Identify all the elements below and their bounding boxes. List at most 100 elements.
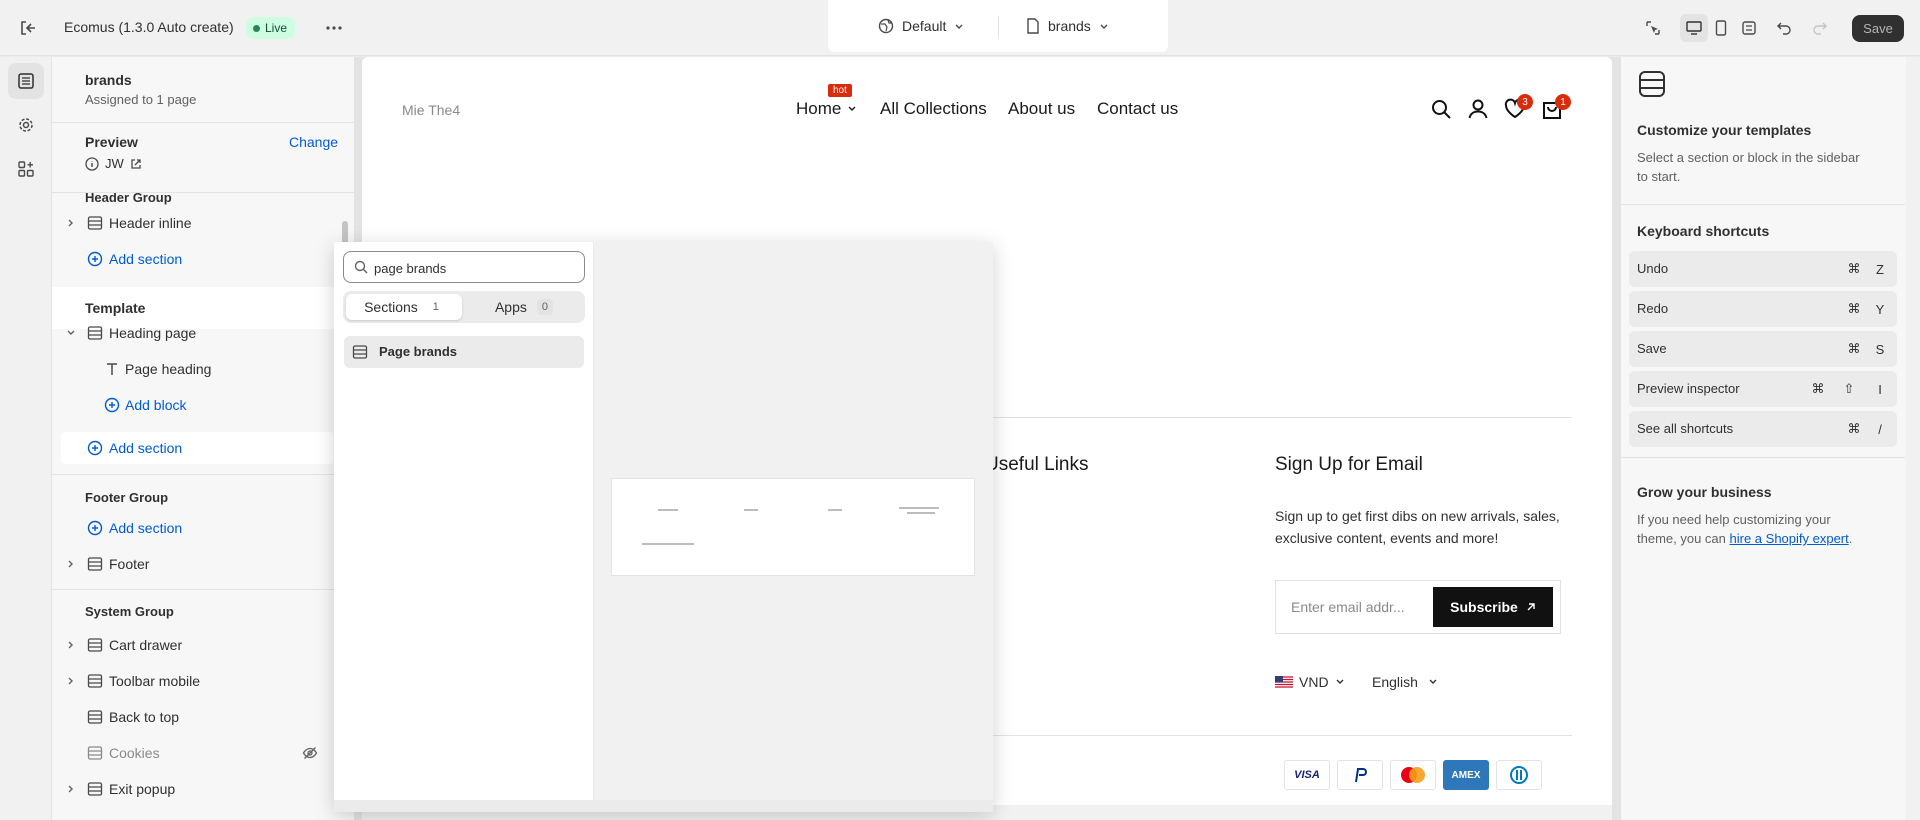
inspector-toggle-button[interactable] <box>1642 17 1664 39</box>
store-logo[interactable]: Mie The4 <box>402 102 460 118</box>
search-icon[interactable] <box>1429 97 1453 121</box>
save-button[interactable]: Save <box>1852 15 1904 42</box>
kbd-key: / <box>1878 421 1882 437</box>
mobile-view-button[interactable] <box>1710 17 1732 39</box>
search-icon <box>354 260 368 274</box>
nav-home[interactable]: Home <box>796 99 857 119</box>
section-search-input[interactable] <box>374 258 574 278</box>
useful-links-heading: Useful Links <box>985 454 1089 475</box>
section-exit-popup[interactable]: Exit popup <box>52 773 354 805</box>
undo-button[interactable] <box>1773 17 1795 39</box>
plus-circle-icon <box>104 397 120 413</box>
nav-all-collections[interactable]: All Collections <box>880 99 987 119</box>
page-icon <box>1027 18 1039 34</box>
section-cookies[interactable]: Cookies <box>52 737 354 769</box>
section-search-field[interactable] <box>343 251 585 283</box>
section-footer[interactable]: Footer <box>52 548 354 580</box>
paypal-icon <box>1337 760 1383 790</box>
wishlist-count-badge: 3 <box>1517 94 1533 110</box>
picker-tabs: Sections 1 Apps 0 <box>343 291 585 323</box>
add-block-label: Add block <box>125 397 187 413</box>
section-icon <box>87 782 103 796</box>
currency-selector[interactable]: VND <box>1275 674 1345 690</box>
theme-selector-label: Default <box>902 18 947 34</box>
fullscreen-view-button[interactable] <box>1738 17 1760 39</box>
add-block-button[interactable]: Add block <box>52 389 354 421</box>
plus-circle-icon <box>87 520 103 536</box>
tab-sections[interactable]: Sections 1 <box>346 294 462 320</box>
sections-tab[interactable] <box>8 63 44 99</box>
subscribe-button[interactable]: Subscribe <box>1433 587 1553 627</box>
redo-icon <box>1813 22 1827 35</box>
nav-contact-us[interactable]: Contact us <box>1097 99 1178 119</box>
section-heading-page[interactable]: Heading page <box>52 317 354 349</box>
page-selector[interactable]: brands <box>1026 18 1109 34</box>
tab-sections-count: 1 <box>432 301 439 313</box>
change-preview-link[interactable]: Change <box>289 134 338 150</box>
add-section-footer-group[interactable]: Add section <box>52 512 354 544</box>
grow-text-end: . <box>1848 531 1853 546</box>
shortcut-label: Preview inspector <box>1637 381 1740 396</box>
top-bar: Ecomus (1.3.0 Auto create) Live Default … <box>0 0 1920 56</box>
result-page-brands[interactable]: Page brands <box>344 336 584 368</box>
shortcuts-title: Keyboard shortcuts <box>1637 223 1770 239</box>
theme-settings-tab[interactable] <box>8 107 44 143</box>
language-selector[interactable]: English <box>1372 674 1438 690</box>
shortcut-see-all[interactable]: See all shortcuts ⌘ / <box>1629 411 1897 447</box>
panel-scrollbar[interactable] <box>1906 57 1920 820</box>
desktop-icon <box>1686 21 1702 35</box>
section-cart-drawer[interactable]: Cart drawer <box>52 629 354 661</box>
fullscreen-icon <box>1742 21 1756 35</box>
nav-home-label: Home <box>796 99 842 118</box>
amex-icon: AMEX <box>1443 760 1489 790</box>
undo-icon <box>1777 22 1791 35</box>
kbd-key: ⌘ <box>1847 301 1861 316</box>
sidebar-header: brands Assigned to 1 page Preview Change… <box>52 57 354 193</box>
section-toolbar-mobile[interactable]: Toolbar mobile <box>52 665 354 697</box>
shortcut-label: See all shortcuts <box>1637 421 1734 436</box>
chevron-right-icon <box>68 219 73 227</box>
theme-selector[interactable]: Default <box>878 18 964 34</box>
chevron-down-icon <box>848 106 856 111</box>
tab-apps[interactable]: Apps 0 <box>466 294 582 320</box>
signup-heading: Sign Up for Email <box>1275 454 1423 475</box>
info-icon <box>85 156 99 171</box>
exit-icon[interactable] <box>18 18 38 38</box>
section-icon <box>87 216 103 230</box>
preview-customer[interactable]: JW <box>85 156 142 171</box>
block-page-heading[interactable]: Page heading <box>52 353 354 385</box>
divider <box>998 16 999 38</box>
globe-icon <box>878 18 894 34</box>
template-assignment: Assigned to 1 page <box>85 92 197 107</box>
footer-group-title: Footer Group <box>85 490 169 505</box>
more-actions-button[interactable] <box>322 17 346 39</box>
status-dot-icon <box>253 24 260 32</box>
section-label: Cookies <box>109 745 160 761</box>
hire-expert-link[interactable]: hire a Shopify expert <box>1730 531 1849 546</box>
ellipsis-icon <box>326 26 342 30</box>
nav-about-us[interactable]: About us <box>1008 99 1075 119</box>
section-thumbnail <box>611 478 975 576</box>
add-section-label: Add section <box>109 251 183 267</box>
divider <box>52 122 354 123</box>
sections-sidebar: brands Assigned to 1 page Preview Change… <box>52 57 354 820</box>
hot-badge: hot <box>828 84 852 97</box>
kbd-key: S <box>1875 341 1885 357</box>
redo-button[interactable] <box>1809 17 1831 39</box>
section-header-inline[interactable]: Header inline <box>52 207 354 239</box>
section-back-to-top[interactable]: Back to top <box>52 701 354 733</box>
customize-title: Customize your templates <box>1637 122 1812 138</box>
apps-tab[interactable] <box>8 151 44 187</box>
add-section-header-group[interactable]: Add section <box>52 243 354 275</box>
shortcut-preview-inspector: Preview inspector ⌘ ⇧ I <box>1629 371 1897 407</box>
result-label: Page brands <box>379 344 458 359</box>
divider <box>1621 457 1905 458</box>
account-icon[interactable] <box>1466 97 1490 121</box>
chevron-right-icon <box>68 560 73 568</box>
add-section-template[interactable]: Add section <box>52 432 354 464</box>
us-flag-icon <box>1275 676 1293 688</box>
thumbnail-line <box>828 509 842 511</box>
shortcut-label: Redo <box>1637 301 1669 316</box>
thumbnail-line <box>907 512 935 514</box>
desktop-view-button[interactable] <box>1680 14 1708 42</box>
